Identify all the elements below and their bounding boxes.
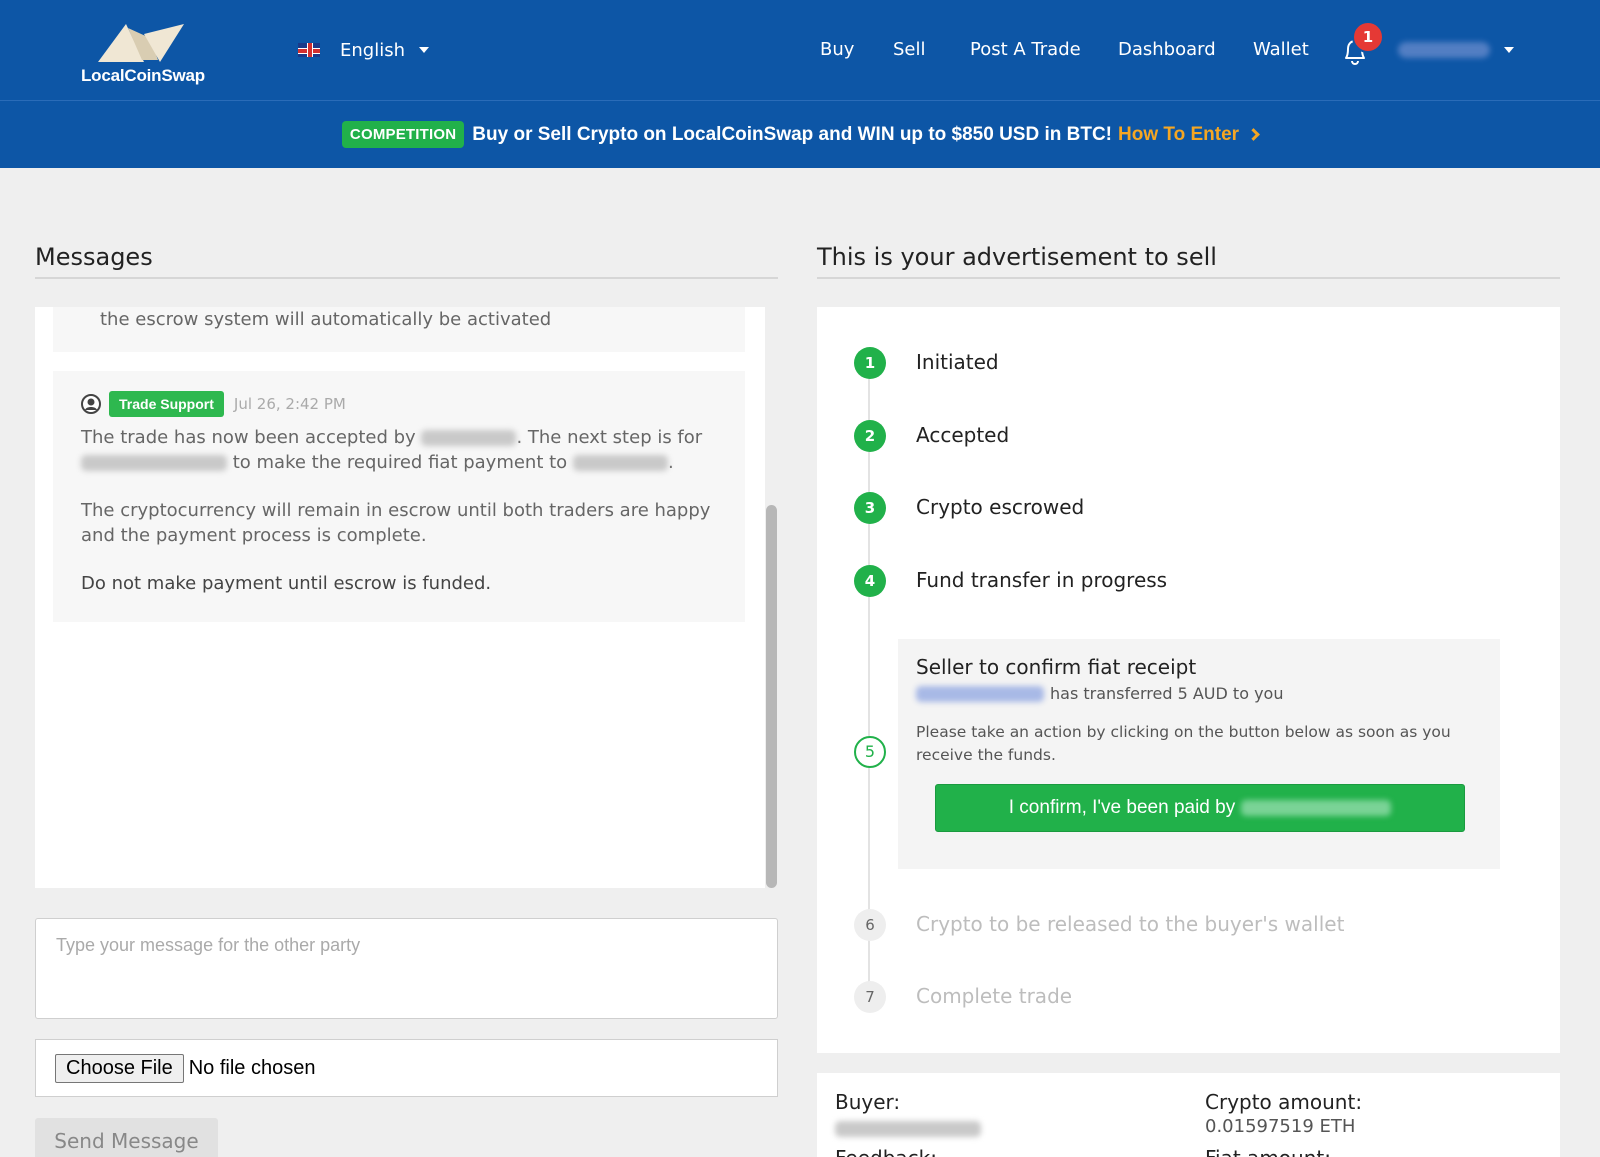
step-label-initiated: Initiated	[916, 350, 999, 374]
action-instructions: Please take an action by clicking on the…	[916, 723, 1451, 764]
username-redacted	[1398, 42, 1490, 58]
step-number-1: 1	[854, 347, 886, 379]
transfer-notice: has transferred 5 AUD to you	[916, 684, 1283, 703]
messages-divider	[35, 277, 778, 279]
competition-tag: COMPETITION	[341, 121, 465, 148]
step-label-accepted: Accepted	[916, 423, 1010, 447]
steps-timeline-line	[868, 362, 870, 1000]
username-redacted	[421, 430, 517, 446]
message-text: .	[667, 452, 674, 473]
banner-text: Buy or Sell Crypto on LocalCoinSwap and …	[472, 123, 1113, 145]
messages-title: Messages	[35, 243, 153, 271]
trade-divider	[817, 277, 1560, 279]
transfer-notice-text: has transferred 5 AUD to you	[1050, 684, 1284, 703]
notification-count-badge: 1	[1352, 21, 1384, 53]
user-avatar-icon	[81, 394, 101, 414]
crypto-amount-label: Crypto amount:	[1205, 1090, 1363, 1114]
step-label-fund-transfer: Fund transfer in progress	[916, 568, 1168, 592]
message-warning: Do not make payment until escrow is fund…	[81, 573, 492, 594]
message-item: the escrow system will automatically be …	[53, 307, 745, 352]
username-redacted	[916, 685, 1044, 702]
language-label: English	[340, 39, 405, 61]
confirm-paid-label: I confirm, I've been paid by	[1008, 797, 1236, 818]
seller-confirm-box: Seller to confirm fiat receipt has trans…	[898, 639, 1500, 869]
step-label-complete-trade: Complete trade	[916, 984, 1073, 1008]
buyer-name-redacted	[835, 1121, 981, 1137]
step-label-seller-confirm: Seller to confirm fiat receipt	[916, 655, 1197, 679]
message-timestamp: Jul 26, 2:42 PM	[233, 395, 346, 413]
step-number-4: 4	[854, 565, 886, 597]
message-text: . The next step is for	[516, 427, 703, 448]
language-selector[interactable]: English	[298, 36, 429, 64]
send-message-button[interactable]: Send Message	[35, 1118, 218, 1157]
trade-info-panel: Buyer: Feedback: Crypto amount: 0.015975…	[817, 1073, 1560, 1157]
username-redacted	[1241, 800, 1392, 816]
user-menu[interactable]	[1398, 36, 1514, 64]
confirm-paid-button[interactable]: I confirm, I've been paid by	[935, 784, 1465, 832]
nav-buy[interactable]: Buy	[820, 36, 854, 64]
chevron-down-icon	[1504, 47, 1514, 53]
feedback-label: Feedback:	[835, 1146, 937, 1157]
competition-banner: COMPETITION Buy or Sell Crypto on LocalC…	[0, 101, 1600, 168]
file-status-text: No file chosen	[188, 1056, 316, 1079]
nav-sell[interactable]: Sell	[893, 36, 926, 64]
nav-post-a-trade[interactable]: Post A Trade	[970, 36, 1081, 64]
trade-title: This is your advertisement to sell	[817, 243, 1217, 271]
username-redacted	[572, 455, 668, 471]
step-number-6: 6	[854, 909, 886, 941]
uk-flag-icon	[298, 43, 320, 57]
message-item: Trade Support Jul 26, 2:42 PM The trade …	[53, 371, 745, 622]
crypto-amount-value: 0.01597519 ETH	[1205, 1116, 1356, 1137]
fiat-amount-label: Fiat amount:	[1205, 1146, 1331, 1157]
nav-dashboard[interactable]: Dashboard	[1118, 36, 1216, 64]
step-number-3: 3	[854, 492, 886, 524]
logo-text: LocalCoinSwap	[81, 66, 205, 85]
top-navbar: LocalCoinSwap English Buy Sell Post A Tr…	[0, 0, 1600, 101]
nav-wallet[interactable]: Wallet	[1253, 36, 1309, 64]
message-text: The trade has now been accepted by	[81, 427, 416, 448]
how-to-enter-label: How To Enter	[1118, 123, 1240, 145]
message-meta: Trade Support Jul 26, 2:42 PM	[81, 391, 346, 417]
step-number-7: 7	[854, 981, 886, 1013]
message-body: The trade has now been accepted by . The…	[81, 425, 721, 596]
logo-icon	[98, 24, 184, 62]
messages-panel: the escrow system will automatically be …	[35, 307, 778, 888]
chevron-right-icon	[1247, 127, 1260, 141]
step-number-5: 5	[854, 736, 886, 768]
trade-support-badge: Trade Support	[109, 391, 224, 417]
message-text: the escrow system will automatically be …	[100, 309, 552, 330]
step-label-crypto-release: Crypto to be released to the buyer's wal…	[916, 912, 1345, 936]
chevron-down-icon	[419, 47, 429, 53]
message-input[interactable]	[35, 918, 778, 1019]
username-redacted	[81, 455, 227, 471]
how-to-enter-link[interactable]: How To Enter	[1118, 123, 1260, 146]
buyer-label: Buyer:	[835, 1090, 901, 1114]
choose-file-button[interactable]: Choose File	[55, 1053, 184, 1083]
step-label-crypto-escrowed: Crypto escrowed	[916, 495, 1085, 519]
message-text: The cryptocurrency will remain in escrow…	[81, 500, 711, 546]
file-attachment-field: Choose File No file chosen	[35, 1039, 778, 1097]
messages-scrollbar-thumb[interactable]	[766, 505, 777, 888]
site-logo[interactable]: LocalCoinSwap	[78, 18, 208, 90]
step-number-2: 2	[854, 420, 886, 452]
message-text: to make the required fiat payment to	[232, 452, 568, 473]
